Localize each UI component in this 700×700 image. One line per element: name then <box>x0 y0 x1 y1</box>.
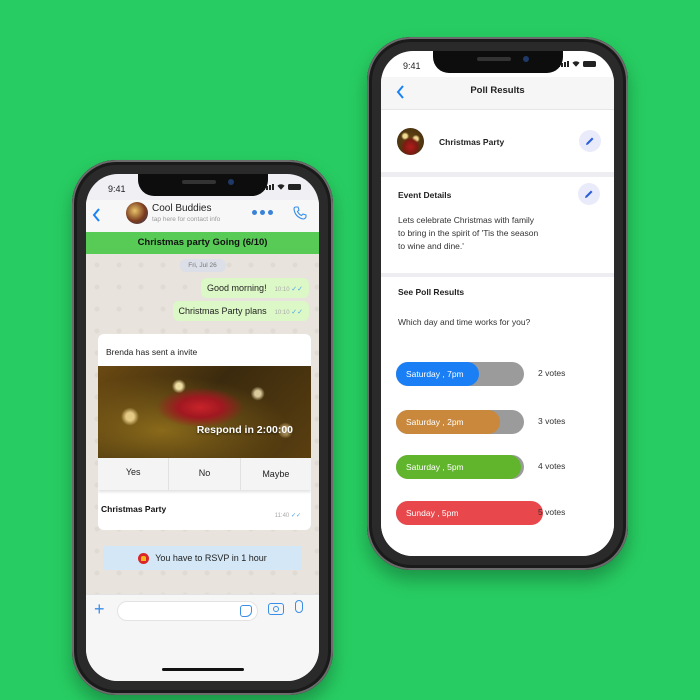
poll-section: See Poll Results Which day and time work… <box>381 277 614 556</box>
plus-icon[interactable]: + <box>94 599 105 620</box>
respond-countdown: Respond in 2:00:00 <box>196 424 293 436</box>
message-bubble[interactable]: Christmas Party plans 10:10 ✓✓ <box>172 301 309 321</box>
pencil-icon <box>585 190 593 198</box>
invite-header: Brenda has sent a invite <box>106 347 198 357</box>
chat-screen: 9:41 Cool Buddies tap here for contact i… <box>86 174 319 681</box>
chat-phone-frame: 9:41 Cool Buddies tap here for contact i… <box>72 160 333 695</box>
microphone-icon[interactable] <box>295 600 303 613</box>
poll-bar-track: Saturday , 5pm <box>396 455 524 479</box>
home-indicator <box>161 668 244 671</box>
sticker-icon[interactable] <box>240 605 252 617</box>
read-ticks-icon: ✓✓ <box>291 309 303 316</box>
rsvp-no-button[interactable]: No <box>169 458 241 490</box>
poll-votes-label: 3 votes <box>538 416 566 426</box>
invite-time: 11:40 <box>274 513 290 519</box>
poll-bar-track: Sunday , 5pm <box>396 501 543 525</box>
poll-option[interactable]: Saturday , 7pm 2 votes <box>396 362 596 386</box>
wifi-icon <box>572 61 580 67</box>
rsvp-yes-button[interactable]: Yes <box>98 458 170 490</box>
details-section: Event Details Lets celebrate Christmas w… <box>381 177 614 273</box>
poll-question: Which day and time works for you? <box>398 317 531 327</box>
pencil-icon <box>586 137 594 145</box>
rsvp-notice: You have to RSVP in 1 hour <box>103 546 302 570</box>
poll-header: Poll Results <box>381 77 614 110</box>
poll-screen: 9:41 Poll Results Christmas Party Event … <box>381 51 614 556</box>
page-title: Poll Results <box>470 85 525 96</box>
details-line: to bring in the spirit of 'Tis the seaso… <box>398 228 539 238</box>
poll-option[interactable]: Sunday , 5pm 5 votes <box>396 501 596 525</box>
details-line: to wine and dine.' <box>398 241 464 251</box>
invite-image[interactable]: Respond in 2:00:00 <box>98 366 311 458</box>
poll-option[interactable]: Saturday , 2pm 3 votes <box>396 410 596 434</box>
notch <box>432 51 563 73</box>
chat-title[interactable]: Cool Buddies <box>152 203 211 214</box>
chat-area: Fri, Jul 26 Good morning! 10:10 ✓✓ Christ… <box>86 254 319 594</box>
message-text: Good morning! <box>207 283 267 293</box>
group-avatar[interactable] <box>126 202 148 224</box>
poll-bar-fill: Sunday , 5pm <box>396 501 543 525</box>
poll-votes-label: 5 votes <box>538 507 566 517</box>
camera-icon[interactable] <box>268 603 284 615</box>
poll-bar-fill: Saturday , 5pm <box>396 455 521 479</box>
message-input-bar: + <box>86 594 319 681</box>
battery-icon <box>288 184 301 190</box>
poll-option[interactable]: Saturday , 5pm 4 votes <box>396 455 596 479</box>
details-title: Event Details <box>398 190 452 200</box>
message-time: 10:10 <box>274 310 290 316</box>
poll-title: See Poll Results <box>398 287 465 297</box>
chevron-left-icon[interactable] <box>92 208 101 222</box>
bell-icon <box>138 552 150 564</box>
message-input[interactable] <box>117 601 258 621</box>
rsvp-options: Yes No Maybe <box>98 458 311 490</box>
notch <box>137 174 268 196</box>
read-ticks-icon: ✓✓ <box>290 513 301 519</box>
invite-card: Brenda has sent a invite Respond in 2:00… <box>98 334 311 530</box>
details-text: Lets celebrate Christmas with family to … <box>398 214 538 253</box>
event-section: Christmas Party <box>381 110 614 172</box>
message-bubble[interactable]: Good morning! 10:10 ✓✓ <box>201 278 309 298</box>
poll-votes-label: 4 votes <box>538 461 566 471</box>
status-time: 9:41 <box>403 61 421 71</box>
edit-event-button[interactable] <box>579 130 601 152</box>
status-time: 9:41 <box>108 184 126 194</box>
event-banner[interactable]: Christmas party Going (6/10) <box>86 232 319 254</box>
details-line: Lets celebrate Christmas with family <box>398 215 535 225</box>
wifi-icon <box>277 184 285 190</box>
poll-bar-track: Saturday , 2pm <box>396 410 524 434</box>
poll-phone-frame: 9:41 Poll Results Christmas Party Event … <box>367 37 628 570</box>
chat-subtitle[interactable]: tap here for contact info <box>152 216 220 223</box>
poll-bar-fill: Saturday , 7pm <box>396 362 479 386</box>
rsvp-maybe-button[interactable]: Maybe <box>241 458 311 490</box>
read-ticks-icon: ✓✓ <box>291 286 303 293</box>
poll-bar-track: Saturday , 7pm <box>396 362 524 386</box>
phone-icon[interactable] <box>293 206 307 220</box>
edit-details-button[interactable] <box>578 183 600 205</box>
battery-icon <box>583 61 596 67</box>
message-text: Christmas Party plans <box>178 306 267 316</box>
message-time: 10:10 <box>274 287 290 293</box>
poll-bar-fill: Saturday , 2pm <box>396 410 500 434</box>
event-avatar <box>397 128 424 155</box>
more-dots-icon[interactable] <box>252 210 273 215</box>
chat-header[interactable]: Cool Buddies tap here for contact info <box>86 200 319 232</box>
notice-text: You have to RSVP in 1 hour <box>155 553 267 563</box>
poll-votes-label: 2 votes <box>538 368 566 378</box>
event-name: Christmas Party <box>439 137 505 147</box>
date-label: Fri, Jul 26 <box>179 259 226 272</box>
invite-title: Christmas Party <box>101 504 167 514</box>
